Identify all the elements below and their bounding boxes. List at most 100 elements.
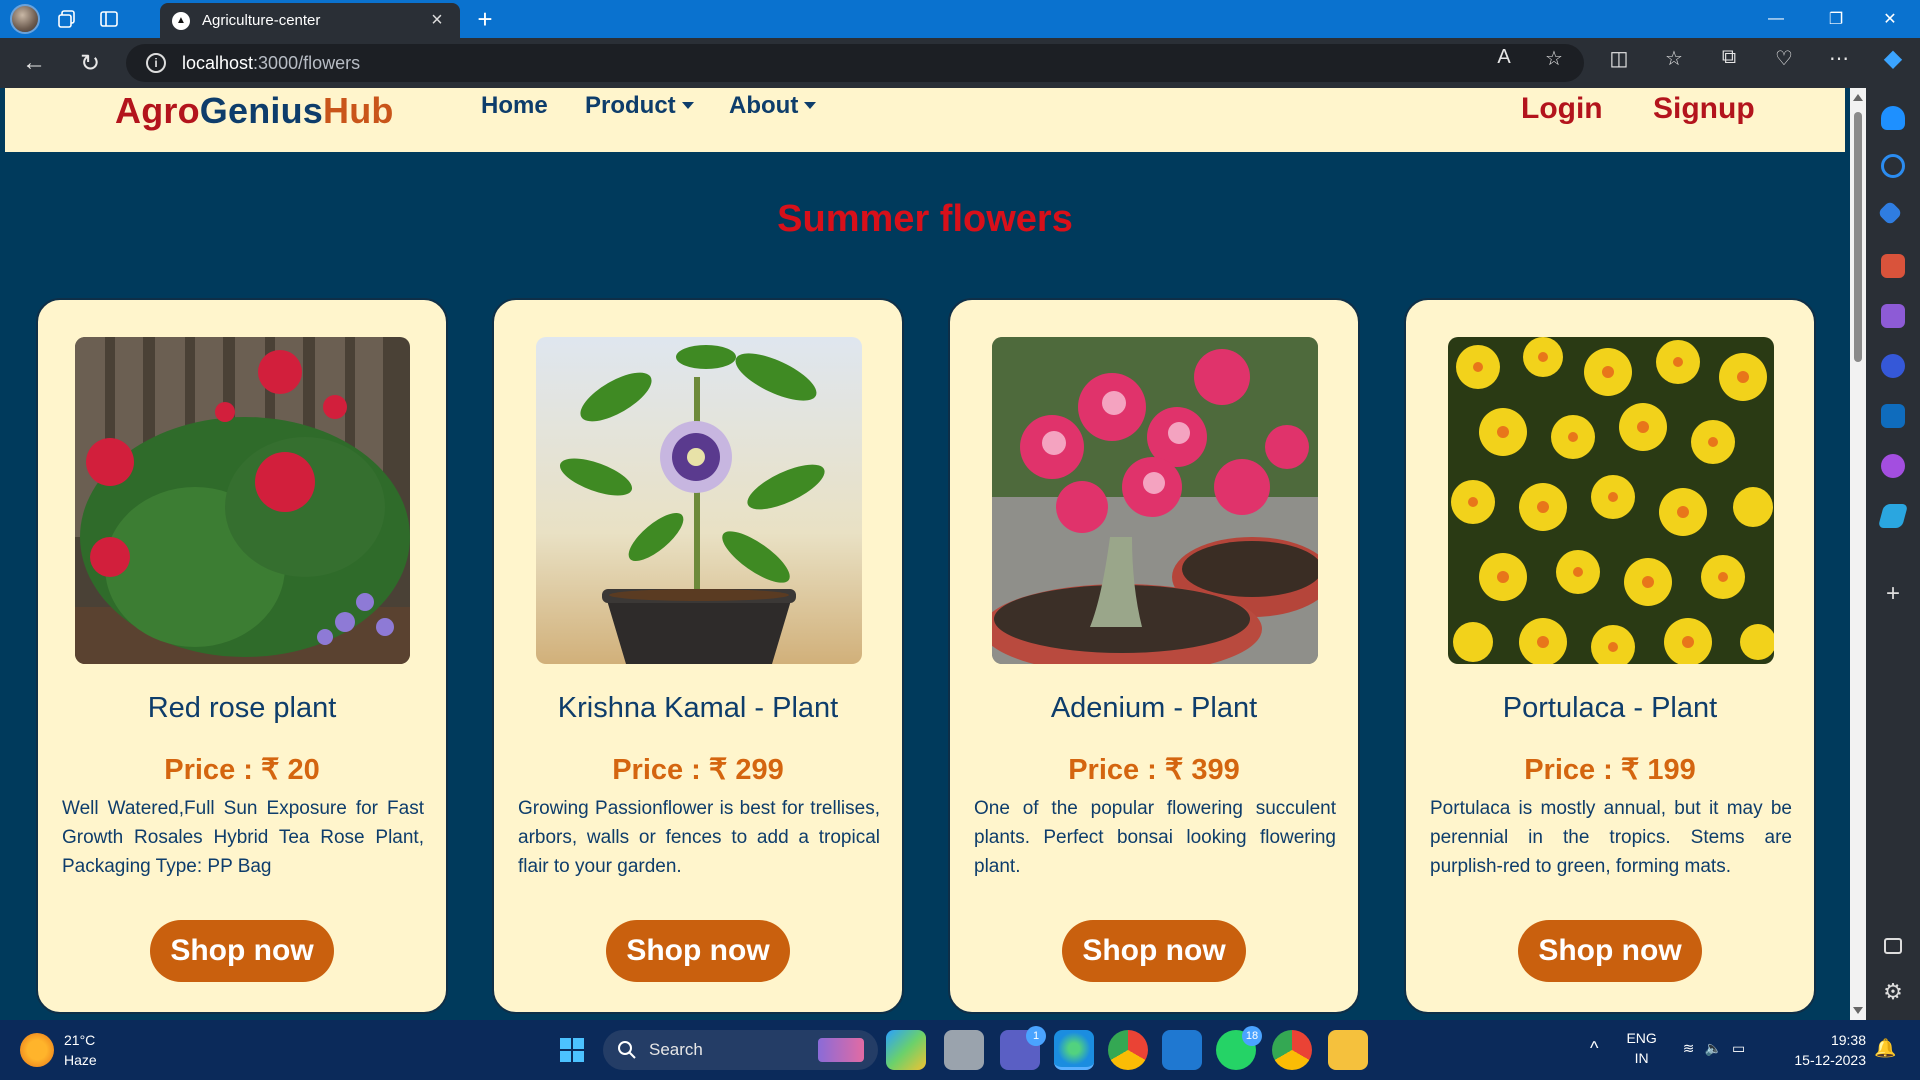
minimize-icon[interactable]: — (1746, 0, 1806, 38)
tab-title: Agriculture-center (202, 12, 321, 29)
system-tray: ^ ENG IN ≋ 🔈 ▭ (1590, 1028, 1745, 1068)
restore-icon[interactable]: ❐ (1806, 0, 1866, 38)
weather-widget[interactable]: 21°C Haze (20, 1030, 97, 1070)
taskbar-search[interactable]: Search (603, 1030, 878, 1070)
haze-sun-icon (20, 1033, 54, 1067)
microsoft-365-icon[interactable] (1881, 354, 1905, 378)
read-aloud-icon[interactable]: A (1489, 46, 1519, 69)
login-link[interactable]: Login (1521, 92, 1603, 126)
wifi-icon[interactable]: ≋ (1683, 1040, 1695, 1057)
nav-home-link[interactable]: Home (481, 92, 548, 120)
games-icon[interactable] (1881, 304, 1905, 328)
language-code: ENG (1626, 1030, 1657, 1046)
nav-product-dropdown[interactable]: Product (585, 92, 694, 120)
site-info-icon[interactable]: i (146, 53, 166, 73)
product-card: Portulaca - Plant Price : ₹ 199 Portulac… (1404, 298, 1816, 1014)
shop-now-button[interactable]: Shop now (606, 920, 790, 982)
teams-app-icon[interactable]: 1 (1000, 1026, 1046, 1070)
windows-taskbar: 21°C Haze Search 1 18 ^ ENG IN ≋ 🔈 ▭ 19:… (0, 1020, 1920, 1080)
notifications-bell-icon[interactable] (1881, 106, 1905, 130)
language-indicator[interactable]: ENG IN (1626, 1028, 1656, 1068)
shop-now-button[interactable]: Shop now (1518, 920, 1702, 982)
close-window-icon[interactable]: ✕ (1860, 0, 1920, 38)
product-card: Adenium - Plant Price : ₹ 399 One of the… (948, 298, 1360, 1014)
shopping-tag-icon[interactable] (1877, 200, 1903, 226)
chevron-down-icon (804, 101, 817, 109)
refresh-icon[interactable]: ↻ (70, 43, 110, 83)
scroll-up-icon[interactable] (1853, 94, 1863, 101)
url-path: :3000/flowers (253, 52, 361, 73)
product-name: Krishna Kamal - Plant (557, 692, 839, 724)
shop-now-button[interactable]: Shop now (150, 920, 334, 982)
task-view-icon[interactable] (944, 1030, 984, 1070)
add-sidebar-app-icon[interactable]: + (1881, 582, 1905, 606)
workspaces-icon[interactable] (50, 2, 84, 36)
nav-product-label: Product (585, 92, 676, 119)
chrome-profile-app-icon[interactable] (1272, 1030, 1312, 1070)
telegram-icon[interactable] (1877, 504, 1909, 528)
edge-app-icon[interactable] (1054, 1030, 1094, 1070)
product-description: Portulaca is mostly annual, but it may b… (1430, 798, 1792, 877)
whatsapp-app-icon[interactable]: 18 (1216, 1026, 1262, 1070)
favorite-star-icon[interactable]: ☆ (1539, 46, 1569, 71)
split-screen-icon[interactable]: ◫ (1604, 46, 1634, 71)
site-navbar: AgroGeniusHub Home Product About Login S… (5, 88, 1845, 152)
browser-toolbar: ← ↻ i localhost:3000/flowers A ☆ ◫ ☆ ⧉ ♡… (0, 38, 1920, 88)
region-code: IN (1634, 1050, 1649, 1066)
tools-briefcase-icon[interactable] (1881, 254, 1905, 278)
page-title: Summer flowers (777, 198, 1073, 240)
nav-about-dropdown[interactable]: About (729, 92, 817, 120)
shop-now-button[interactable]: Shop now (1062, 920, 1246, 982)
nav-about-label: About (729, 92, 799, 119)
page-viewport: AgroGeniusHub Home Product About Login S… (0, 88, 1850, 1020)
product-image-krishna-kamal (536, 337, 862, 664)
product-price: Price : ₹ 299 (612, 754, 784, 786)
product-name: Portulaca - Plant (1502, 692, 1718, 724)
product-image-portulaca (1448, 337, 1774, 664)
browser-essentials-icon[interactable]: ♡ (1769, 46, 1799, 71)
tab-actions-icon[interactable] (92, 2, 126, 36)
hide-sidebar-icon[interactable] (1884, 938, 1902, 954)
favorites-icon[interactable]: ☆ (1659, 46, 1689, 71)
whatsapp-badge: 18 (1242, 1026, 1262, 1046)
product-description: Growing Passionflower is best for trelli… (518, 798, 880, 877)
address-bar[interactable]: i localhost:3000/flowers (126, 44, 1584, 82)
product-description: One of the popular flowering succulent p… (974, 798, 1336, 877)
search-icon[interactable] (1881, 154, 1905, 178)
windows-start-icon[interactable] (552, 1030, 592, 1070)
designer-icon[interactable] (1881, 454, 1905, 478)
back-icon[interactable]: ← (14, 43, 54, 83)
scroll-down-icon[interactable] (1853, 1007, 1863, 1014)
settings-gear-icon[interactable]: ⚙ (1881, 980, 1905, 1004)
signup-link[interactable]: Signup (1653, 92, 1755, 126)
file-explorer-icon[interactable] (1328, 1030, 1368, 1070)
product-name: Red rose plant (147, 692, 337, 724)
browser-titlebar: ▲ Agriculture-center × + — ❐ ✕ (0, 0, 1920, 38)
product-card: Krishna Kamal - Plant Price : ₹ 299 Grow… (492, 298, 904, 1014)
weather-condition: Haze (64, 1052, 97, 1068)
product-name: Adenium - Plant (1050, 692, 1258, 724)
battery-icon[interactable]: ▭ (1732, 1040, 1745, 1057)
tab-agriculture-center[interactable]: ▲ Agriculture-center × (160, 3, 460, 38)
scrollbar-thumb[interactable] (1854, 112, 1862, 362)
site-brand-logo[interactable]: AgroGeniusHub (115, 90, 394, 132)
volume-icon[interactable]: 🔈 (1705, 1040, 1722, 1057)
show-hidden-icons-chevron-icon[interactable]: ^ (1590, 1038, 1598, 1059)
outlook-icon[interactable] (1881, 404, 1905, 428)
taskbar-clock[interactable]: 19:38 15-12-2023 (1786, 1030, 1866, 1070)
notification-bell-icon[interactable]: 🔔 (1874, 1038, 1896, 1059)
more-menu-icon[interactable]: ⋯ (1824, 46, 1854, 71)
close-tab-icon[interactable]: × (426, 9, 448, 32)
product-description: Well Watered,Full Sun Exposure for Fast … (62, 798, 424, 877)
copilot-preview-app-icon[interactable] (886, 1030, 926, 1070)
page-scrollbar[interactable] (1850, 88, 1866, 1020)
profile-avatar[interactable] (8, 2, 42, 36)
search-label: Search (649, 1040, 703, 1059)
vscode-app-icon[interactable] (1162, 1030, 1202, 1070)
url-host: localhost (182, 52, 254, 73)
collections-icon[interactable]: ⧉ (1714, 46, 1744, 69)
new-tab-icon[interactable]: + (470, 4, 500, 35)
chrome-app-icon[interactable] (1108, 1030, 1148, 1070)
chevron-down-icon (681, 101, 694, 109)
copilot-icon[interactable]: ◆ (1878, 44, 1908, 73)
